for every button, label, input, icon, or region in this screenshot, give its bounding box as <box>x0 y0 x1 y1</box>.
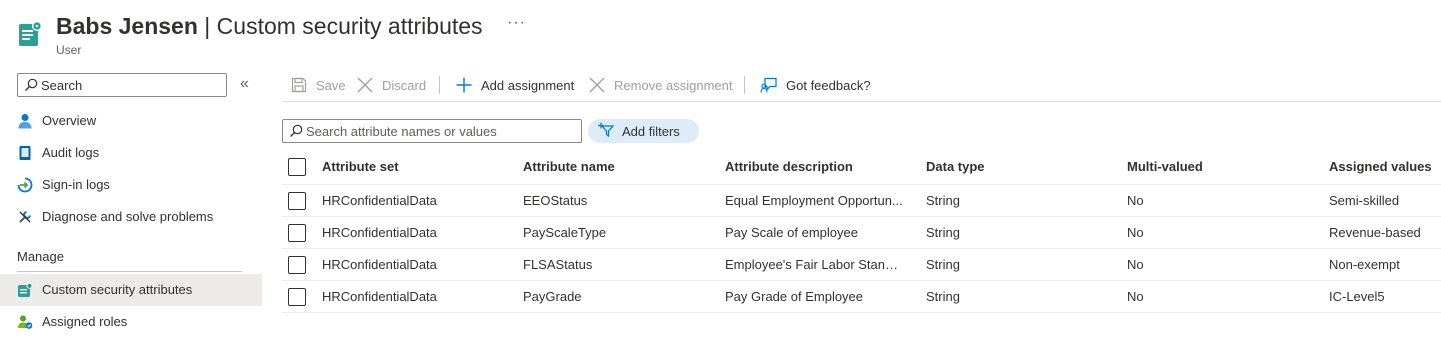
column-header-data-type[interactable]: Data type <box>926 152 1121 184</box>
attributes-table: Attribute set Attribute name Attribute d… <box>282 152 1441 313</box>
page-subtitle: User <box>56 43 82 57</box>
user-icon <box>17 113 33 129</box>
table-row[interactable]: HRConfidentialData EEOStatus Equal Emplo… <box>282 185 1441 217</box>
cell-attribute-description: Employee's Fair Labor Standa... <box>725 257 905 272</box>
save-icon <box>290 76 308 94</box>
collapse-sidebar-button[interactable]: « <box>240 75 249 93</box>
discard-label: Discard <box>382 77 427 93</box>
discard-button[interactable]: Discard <box>356 74 426 96</box>
attribute-search-input[interactable] <box>306 122 576 140</box>
column-header-assigned-values[interactable]: Assigned values <box>1329 152 1439 184</box>
table-row[interactable]: HRConfidentialData PayScaleType Pay Scal… <box>282 217 1441 249</box>
cell-attribute-description: Pay Grade of Employee <box>725 289 864 304</box>
toolbar-separator <box>744 76 745 94</box>
audit-log-icon <box>17 145 33 161</box>
sidebar-item-label: Custom security attributes <box>42 282 193 297</box>
cell-attribute-set: HRConfidentialData <box>322 289 437 304</box>
section-heading-manage: Manage <box>17 249 64 264</box>
cell-attribute-description: Equal Employment Opportun... <box>725 193 903 208</box>
wrench-icon <box>17 209 33 225</box>
cell-data-type: String <box>926 289 960 304</box>
command-bar: Save Discard Add assignment Remove assig… <box>282 64 1441 102</box>
cell-multi-valued: No <box>1127 257 1144 272</box>
search-icon <box>24 78 38 92</box>
sidebar-item-label: Overview <box>42 113 97 128</box>
row-checkbox[interactable] <box>288 224 306 242</box>
save-button[interactable]: Save <box>290 74 346 96</box>
cell-assigned-values: IC-Level5 <box>1329 289 1385 304</box>
custom-security-attributes-icon <box>18 20 44 48</box>
table-row[interactable]: HRConfidentialData FLSAStatus Employee's… <box>282 249 1441 281</box>
remove-assignment-button[interactable]: Remove assignment <box>588 74 733 96</box>
cell-assigned-values: Non-exempt <box>1329 257 1400 272</box>
sidebar-item-diagnose[interactable]: Diagnose and solve problems <box>0 201 262 233</box>
add-assignment-label: Add assignment <box>481 77 575 93</box>
remove-assignment-label: Remove assignment <box>614 77 733 93</box>
sidebar-item-label: Sign-in logs <box>42 177 110 192</box>
cell-attribute-name: FLSAStatus <box>523 257 593 272</box>
row-checkbox[interactable] <box>288 256 306 274</box>
sign-in-icon <box>17 177 33 193</box>
table-row[interactable]: HRConfidentialData PayGrade Pay Grade of… <box>282 281 1441 313</box>
cell-attribute-set: HRConfidentialData <box>322 225 437 240</box>
blade-name: Custom security attributes <box>216 13 483 39</box>
close-icon <box>356 76 374 94</box>
page-header: Babs Jensen | Custom security attributes… <box>0 0 1441 64</box>
cell-attribute-name: PayGrade <box>523 289 582 304</box>
assigned-roles-icon <box>17 314 33 330</box>
add-filters-label: Add filters <box>622 123 680 139</box>
feedback-button[interactable]: Got feedback? <box>760 74 871 96</box>
cell-multi-valued: No <box>1127 225 1144 240</box>
row-checkbox[interactable] <box>288 192 306 210</box>
close-icon <box>588 76 606 94</box>
row-checkbox[interactable] <box>288 288 306 306</box>
sidebar-item-audit-logs[interactable]: Audit logs <box>0 137 262 169</box>
page: Babs Jensen | Custom security attributes… <box>0 0 1441 342</box>
cell-multi-valued: No <box>1127 289 1144 304</box>
sidebar-search[interactable] <box>17 73 227 97</box>
cell-attribute-description: Pay Scale of employee <box>725 225 858 240</box>
save-label: Save <box>316 77 346 93</box>
sidebar-item-custom-security-attributes[interactable]: Custom security attributes <box>0 274 262 306</box>
add-filters-button[interactable]: Add filters <box>588 119 699 143</box>
cell-attribute-set: HRConfidentialData <box>322 193 437 208</box>
sidebar-item-overview[interactable]: Overview <box>0 105 262 137</box>
table-header-row: Attribute set Attribute name Attribute d… <box>282 152 1441 185</box>
cell-attribute-set: HRConfidentialData <box>322 257 437 272</box>
sidebar-item-label: Assigned roles <box>42 314 128 329</box>
section-divider <box>17 271 242 272</box>
sidebar-search-input[interactable] <box>41 76 221 94</box>
add-assignment-button[interactable]: Add assignment <box>455 74 574 96</box>
cell-assigned-values: Semi-skilled <box>1329 193 1400 208</box>
column-header-attribute-set[interactable]: Attribute set <box>322 152 517 184</box>
cell-attribute-name: PayScaleType <box>523 225 607 240</box>
sidebar-item-sign-in-logs[interactable]: Sign-in logs <box>0 169 262 201</box>
sidebar-item-assigned-roles[interactable]: Assigned roles <box>0 306 262 338</box>
cell-attribute-name: EEOStatus <box>523 193 588 208</box>
title-separator: | <box>197 13 217 39</box>
sidebar: « Overview Audit logs Sign-in logs Diagn… <box>0 64 262 342</box>
cell-data-type: String <box>926 257 960 272</box>
custom-security-attributes-icon <box>17 282 33 298</box>
page-title: Babs Jensen | Custom security attributes <box>56 11 483 41</box>
cell-data-type: String <box>926 193 960 208</box>
toolbar-separator <box>439 76 440 94</box>
attribute-search[interactable] <box>282 119 582 143</box>
select-all-checkbox[interactable] <box>288 158 306 176</box>
plus-icon <box>455 76 473 94</box>
column-header-attribute-name[interactable]: Attribute name <box>523 152 718 184</box>
sidebar-item-label: Audit logs <box>42 145 100 160</box>
feedback-label: Got feedback? <box>786 77 871 93</box>
cell-assigned-values: Revenue-based <box>1329 225 1421 240</box>
more-options-button[interactable]: ··· <box>507 14 526 32</box>
cell-multi-valued: No <box>1127 193 1144 208</box>
user-name: Babs Jensen <box>56 13 198 39</box>
feedback-icon <box>760 76 778 94</box>
cell-data-type: String <box>926 225 960 240</box>
filter-icon <box>598 122 616 141</box>
column-header-multi-valued[interactable]: Multi-valued <box>1127 152 1322 184</box>
column-header-attribute-description[interactable]: Attribute description <box>725 152 905 184</box>
search-icon <box>289 124 303 138</box>
sidebar-item-label: Diagnose and solve problems <box>42 209 214 224</box>
